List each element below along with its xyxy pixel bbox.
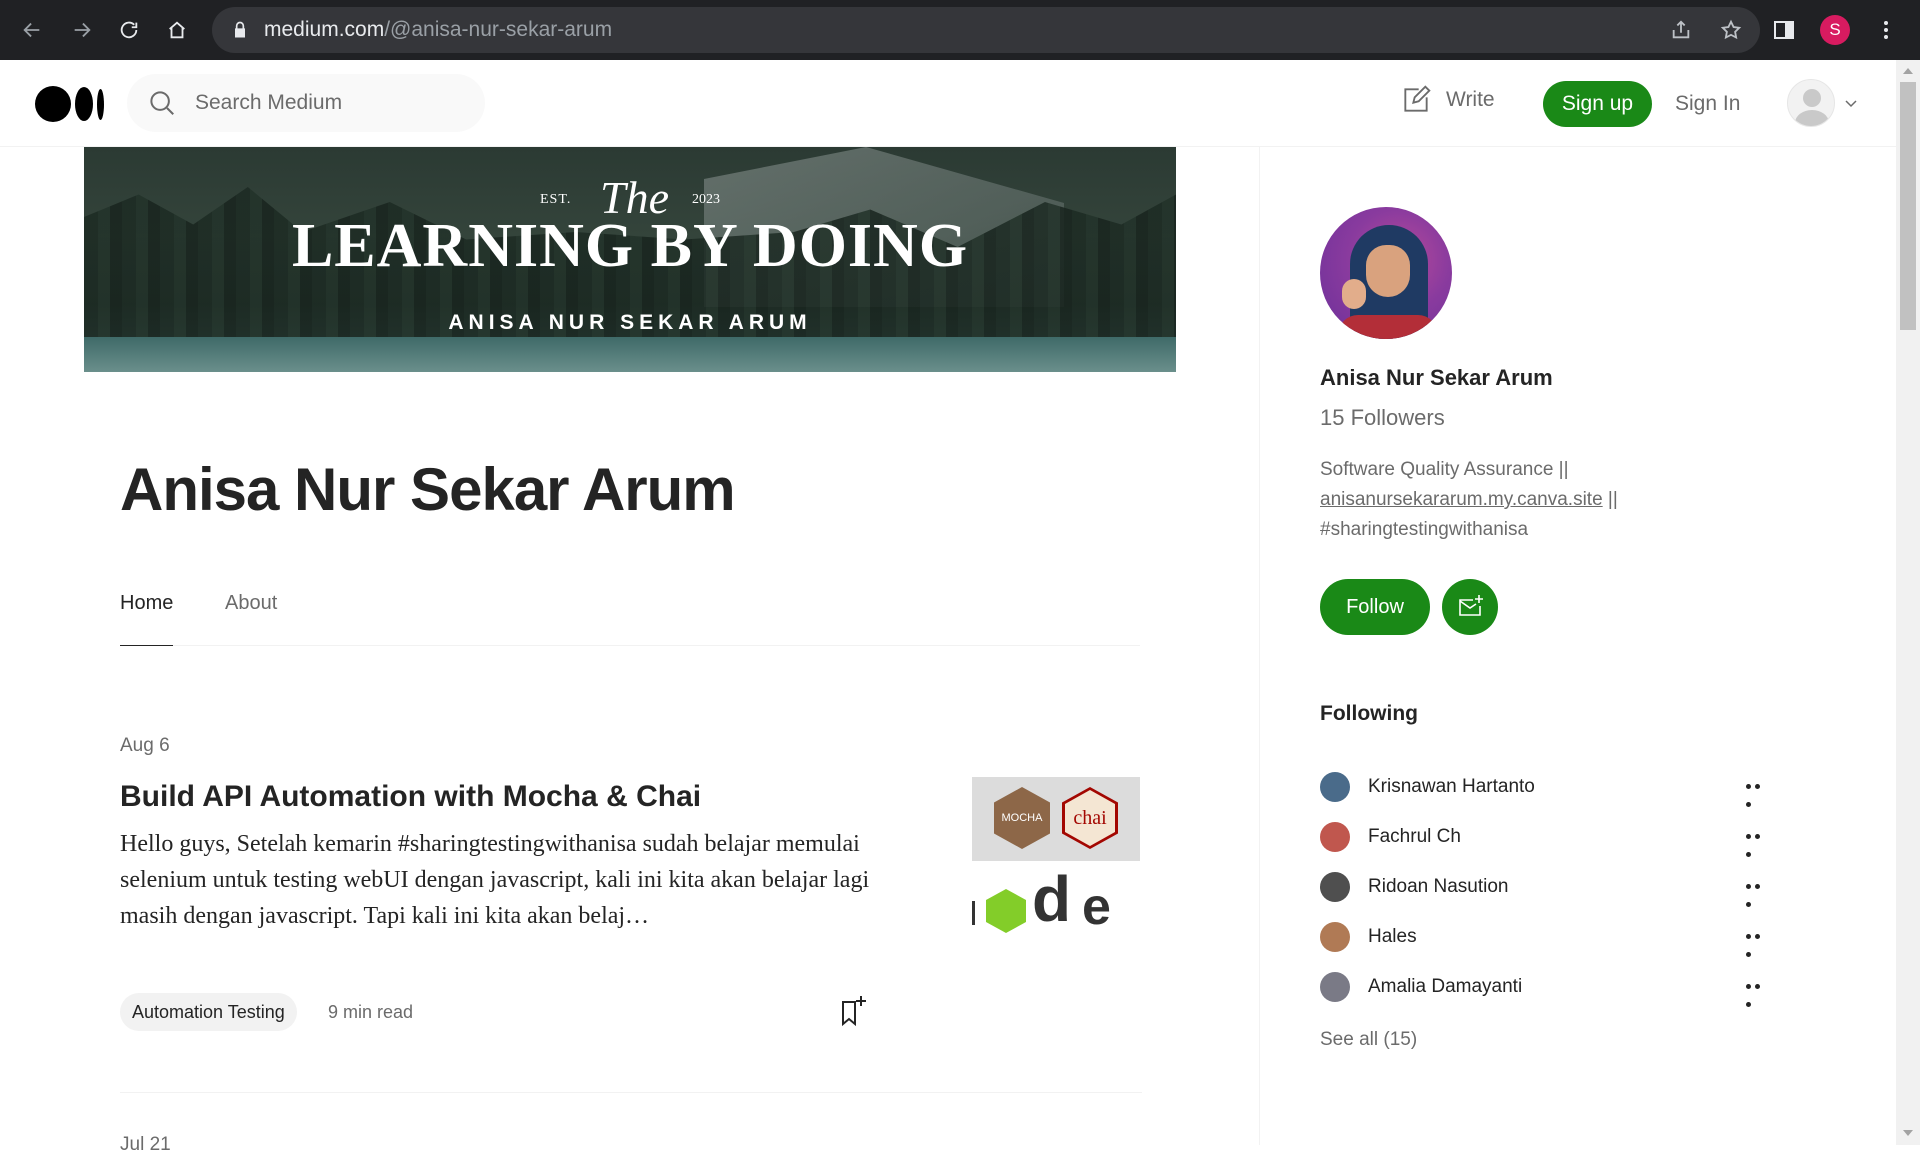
write-button[interactable]: Write xyxy=(1400,84,1495,116)
see-all-link[interactable]: See all (15) xyxy=(1320,1029,1417,1051)
write-icon xyxy=(1404,85,1431,112)
more-icon[interactable] xyxy=(1744,778,1770,808)
profile-banner: EST. The 2023 LEARNING BY DOING ANISA NU… xyxy=(84,147,1176,372)
site-header: Search Medium Write Sign up Sign In xyxy=(0,60,1896,147)
search-input[interactable]: Search Medium xyxy=(127,74,485,132)
article-tag[interactable]: Automation Testing xyxy=(120,993,297,1031)
search-icon xyxy=(150,91,174,115)
url-text: medium.com/@anisa-nur-sekar-arum xyxy=(264,18,613,41)
signup-button[interactable]: Sign up xyxy=(1543,81,1652,127)
forward-icon[interactable] xyxy=(62,10,102,50)
sidebar-divider xyxy=(1259,147,1260,1145)
user-avatar[interactable] xyxy=(1787,79,1835,127)
list-item[interactable]: Amalia Damayanti xyxy=(1320,962,1770,1012)
subscribe-button[interactable] xyxy=(1442,579,1498,635)
mail-plus-icon xyxy=(1459,595,1483,616)
profile-bio: Software Quality Assurance || anisanurse… xyxy=(1320,455,1700,545)
browser-toolbar: medium.com/@anisa-nur-sekar-arum S xyxy=(0,0,1920,60)
tab-about[interactable]: About xyxy=(225,592,277,646)
bio-line: #sharingtestingwithanisa xyxy=(1320,519,1529,540)
article-thumbnail[interactable]: MOCHA chai d e xyxy=(972,777,1140,937)
read-time: 9 min read xyxy=(328,1002,414,1022)
chevron-down-icon[interactable] xyxy=(1844,98,1858,108)
bio-link[interactable]: anisanursekararum.my.canva.site xyxy=(1320,489,1603,510)
following-list: Krisnawan Hartanto Fachrul Ch Ridoan Nas… xyxy=(1320,762,1770,1012)
browser-profile-avatar[interactable]: S xyxy=(1820,15,1850,45)
banner-subtitle: ANISA NUR SEKAR ARUM xyxy=(448,311,812,334)
address-bar[interactable]: medium.com/@anisa-nur-sekar-arum xyxy=(212,7,1760,53)
write-label: Write xyxy=(1446,88,1495,111)
list-item[interactable]: Fachrul Ch xyxy=(1320,812,1770,862)
profile-avatar[interactable] xyxy=(1320,207,1452,339)
profile-tabs: Home About xyxy=(120,592,1140,646)
tab-home[interactable]: Home xyxy=(120,592,174,646)
banner-est: EST. xyxy=(540,192,572,207)
avatar[interactable] xyxy=(1320,922,1350,952)
following-heading: Following xyxy=(1320,702,1418,725)
scrollbar-thumb[interactable] xyxy=(1900,82,1916,330)
more-icon[interactable] xyxy=(1744,828,1770,858)
list-item[interactable]: Ridoan Nasution xyxy=(1320,862,1770,912)
home-icon[interactable] xyxy=(157,10,197,50)
sidebar-name: Anisa Nur Sekar Arum xyxy=(1320,365,1553,390)
follower-count[interactable]: 15 Followers xyxy=(1320,405,1445,431)
article-divider xyxy=(120,1092,1142,1093)
follow-button[interactable]: Follow xyxy=(1320,579,1430,635)
nodejs-logo: d e xyxy=(972,865,1140,937)
article-date: Jul 21 xyxy=(120,1134,171,1155)
article-date: Aug 6 xyxy=(120,735,170,756)
avatar[interactable] xyxy=(1320,972,1350,1002)
signin-link[interactable]: Sign In xyxy=(1675,92,1740,116)
avatar[interactable] xyxy=(1320,822,1350,852)
medium-logo[interactable] xyxy=(35,86,104,122)
more-icon[interactable] xyxy=(1744,978,1770,1008)
share-icon[interactable] xyxy=(1670,19,1692,41)
avatar[interactable] xyxy=(1320,772,1350,802)
more-icon[interactable] xyxy=(1744,928,1770,958)
scrollbar[interactable] xyxy=(1896,60,1920,1145)
list-item[interactable]: Hales xyxy=(1320,912,1770,962)
list-item[interactable]: Krisnawan Hartanto xyxy=(1320,762,1770,812)
banner-year: 2023 xyxy=(692,192,720,207)
banner-title: LEARNING BY DOING xyxy=(291,212,969,280)
article-excerpt[interactable]: Hello guys, Setelah kemarin #sharingtest… xyxy=(120,826,890,934)
bookmark-star-icon[interactable] xyxy=(1720,19,1742,41)
more-vert-icon[interactable] xyxy=(1874,18,1898,42)
side-panel-icon[interactable] xyxy=(1772,18,1796,42)
search-placeholder: Search Medium xyxy=(195,91,343,114)
page-title: Anisa Nur Sekar Arum xyxy=(120,456,736,523)
lock-icon xyxy=(235,21,245,38)
bookmark-add-icon[interactable] xyxy=(838,994,868,1028)
article-title[interactable]: Build API Automation with Mocha & Chai xyxy=(120,780,701,814)
reload-icon[interactable] xyxy=(109,10,149,50)
avatar[interactable] xyxy=(1320,872,1350,902)
bio-line: Software Quality Assurance || xyxy=(1320,459,1569,480)
more-icon[interactable] xyxy=(1744,878,1770,908)
back-icon[interactable] xyxy=(12,10,52,50)
